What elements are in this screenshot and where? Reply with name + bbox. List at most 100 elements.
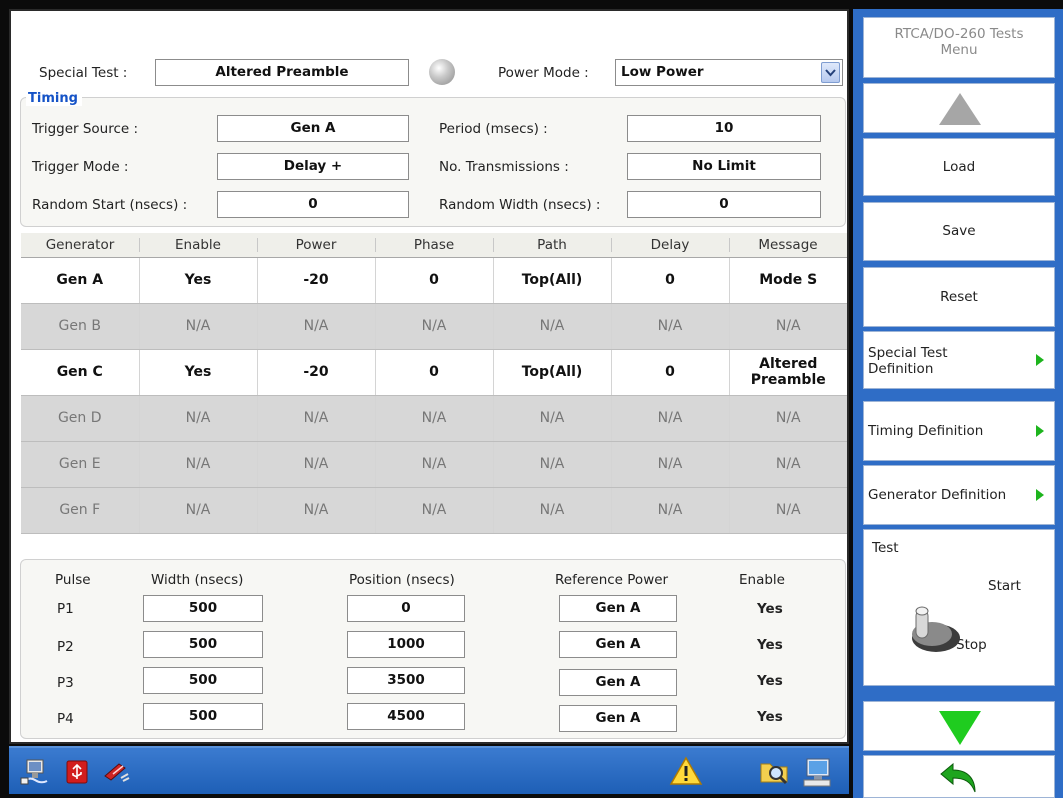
table-cell[interactable]: N/A xyxy=(375,395,494,442)
column-header: Enable xyxy=(139,233,257,258)
power-mode-label: Power Mode : xyxy=(498,65,589,81)
special-test-definition-button[interactable]: Special Test Definition xyxy=(863,331,1055,389)
table-cell[interactable]: Gen B xyxy=(21,303,140,350)
power-mode-dropdown[interactable]: Low Power xyxy=(615,59,843,86)
table-cell[interactable]: 0 xyxy=(375,349,494,396)
pulse-enable-value[interactable]: Yes xyxy=(757,673,783,689)
special-test-label: Special Test : xyxy=(39,65,128,81)
back-button[interactable] xyxy=(863,755,1055,798)
table-cell[interactable]: N/A xyxy=(139,303,258,350)
period-label: Period (msecs) : xyxy=(439,121,548,137)
table-cell[interactable]: N/A xyxy=(375,303,494,350)
pulse-enable-value[interactable]: Yes xyxy=(757,637,783,653)
column-header: Generator xyxy=(21,233,139,258)
network-icon[interactable] xyxy=(19,756,49,786)
pulse-width-field[interactable]: 500 xyxy=(143,667,263,694)
pulse-reference-field[interactable]: Gen A xyxy=(559,631,677,658)
table-cell[interactable]: N/A xyxy=(493,441,612,488)
table-cell[interactable]: N/A xyxy=(493,303,612,350)
scroll-up-button[interactable] xyxy=(863,83,1055,133)
trigger-source-field[interactable]: Gen A xyxy=(217,115,409,142)
table-cell[interactable]: Mode S xyxy=(729,257,847,304)
table-cell[interactable]: Yes xyxy=(139,257,258,304)
table-row[interactable]: Gen B N/A N/A N/A N/A N/A N/A xyxy=(21,303,847,350)
random-width-field[interactable]: 0 xyxy=(627,191,821,218)
table-row[interactable]: Gen D N/A N/A N/A N/A N/A N/A xyxy=(21,395,847,442)
table-cell[interactable]: Top(All) xyxy=(493,257,612,304)
pulse-name: P3 xyxy=(57,675,74,691)
period-field[interactable]: 10 xyxy=(627,115,821,142)
monitor-icon[interactable] xyxy=(801,756,831,787)
table-cell[interactable]: N/A xyxy=(257,303,376,350)
table-cell[interactable]: N/A xyxy=(139,395,258,442)
table-cell[interactable]: N/A xyxy=(257,441,376,488)
warning-icon[interactable] xyxy=(669,756,703,786)
table-cell[interactable]: Top(All) xyxy=(493,349,612,396)
table-cell[interactable]: N/A xyxy=(375,487,494,534)
chevron-down-icon[interactable] xyxy=(821,62,840,83)
table-cell[interactable]: N/A xyxy=(729,395,847,442)
table-cell[interactable]: N/A xyxy=(611,303,730,350)
table-cell[interactable]: N/A xyxy=(729,487,847,534)
table-cell[interactable]: Gen A xyxy=(21,257,140,304)
table-cell[interactable]: N/A xyxy=(611,395,730,442)
pulse-width-field[interactable]: 500 xyxy=(143,595,263,622)
pulse-position-field[interactable]: 0 xyxy=(347,595,465,622)
pulse-reference-field[interactable]: Gen A xyxy=(559,595,677,622)
pulse-reference-field[interactable]: Gen A xyxy=(559,705,677,732)
table-cell[interactable]: Gen E xyxy=(21,441,140,488)
pulse-reference-field[interactable]: Gen A xyxy=(559,669,677,696)
table-row[interactable]: Gen F N/A N/A N/A N/A N/A N/A xyxy=(21,487,847,534)
table-cell[interactable]: Gen C xyxy=(21,349,140,396)
pulse-position-field[interactable]: 3500 xyxy=(347,667,465,694)
table-cell[interactable]: N/A xyxy=(139,487,258,534)
table-cell[interactable]: N/A xyxy=(139,441,258,488)
generator-table-header: Generator Enable Power Phase Path Delay … xyxy=(21,233,847,258)
table-cell[interactable]: 0 xyxy=(611,349,730,396)
table-cell[interactable]: N/A xyxy=(493,487,612,534)
table-cell[interactable]: N/A xyxy=(611,487,730,534)
table-row[interactable]: Gen C Yes -20 0 Top(All) 0 Altered Pream… xyxy=(21,349,847,396)
table-cell[interactable]: N/A xyxy=(729,303,847,350)
reset-button[interactable]: Reset xyxy=(863,267,1055,327)
pulse-width-field[interactable]: 500 xyxy=(143,703,263,730)
table-cell[interactable]: 0 xyxy=(375,257,494,304)
transmissions-field[interactable]: No Limit xyxy=(627,153,821,180)
table-row[interactable]: Gen E N/A N/A N/A N/A N/A N/A xyxy=(21,441,847,488)
table-cell[interactable]: N/A xyxy=(611,441,730,488)
remote-icon[interactable] xyxy=(101,756,131,786)
table-cell[interactable]: N/A xyxy=(257,395,376,442)
special-test-field[interactable]: Altered Preamble xyxy=(155,59,409,86)
table-cell[interactable]: N/A xyxy=(729,441,847,488)
table-cell[interactable]: Gen D xyxy=(21,395,140,442)
table-cell[interactable]: N/A xyxy=(375,441,494,488)
generator-definition-button[interactable]: Generator Definition xyxy=(863,465,1055,525)
pulse-position-field[interactable]: 4500 xyxy=(347,703,465,730)
load-button[interactable]: Load xyxy=(863,138,1055,196)
arrow-right-icon xyxy=(1036,425,1044,437)
table-cell[interactable]: -20 xyxy=(257,257,376,304)
pulse-position-field[interactable]: 1000 xyxy=(347,631,465,658)
random-start-field[interactable]: 0 xyxy=(217,191,409,218)
table-cell[interactable]: N/A xyxy=(493,395,612,442)
table-cell[interactable]: N/A xyxy=(257,487,376,534)
table-cell[interactable]: 0 xyxy=(611,257,730,304)
usb-icon[interactable] xyxy=(61,756,91,786)
table-row[interactable]: Gen A Yes -20 0 Top(All) 0 Mode S xyxy=(21,257,847,304)
table-cell[interactable]: Yes xyxy=(139,349,258,396)
save-button[interactable]: Save xyxy=(863,202,1055,261)
pulse-enable-value[interactable]: Yes xyxy=(757,601,783,617)
arrow-right-icon xyxy=(1036,489,1044,501)
main-panel: Special Test : Altered Preamble Power Mo… xyxy=(9,9,849,744)
table-cell[interactable]: Altered Preamble xyxy=(729,349,847,396)
trigger-mode-field[interactable]: Delay + xyxy=(217,153,409,180)
table-cell[interactable]: -20 xyxy=(257,349,376,396)
toggle-switch-icon[interactable] xyxy=(904,604,962,656)
timing-definition-button[interactable]: Timing Definition xyxy=(863,401,1055,461)
pulse-enable-value[interactable]: Yes xyxy=(757,709,783,725)
pulse-width-field[interactable]: 500 xyxy=(143,631,263,658)
arrow-right-icon xyxy=(1036,354,1044,366)
search-folder-icon[interactable] xyxy=(759,756,789,786)
table-cell[interactable]: Gen F xyxy=(21,487,140,534)
scroll-down-button[interactable] xyxy=(863,701,1055,751)
